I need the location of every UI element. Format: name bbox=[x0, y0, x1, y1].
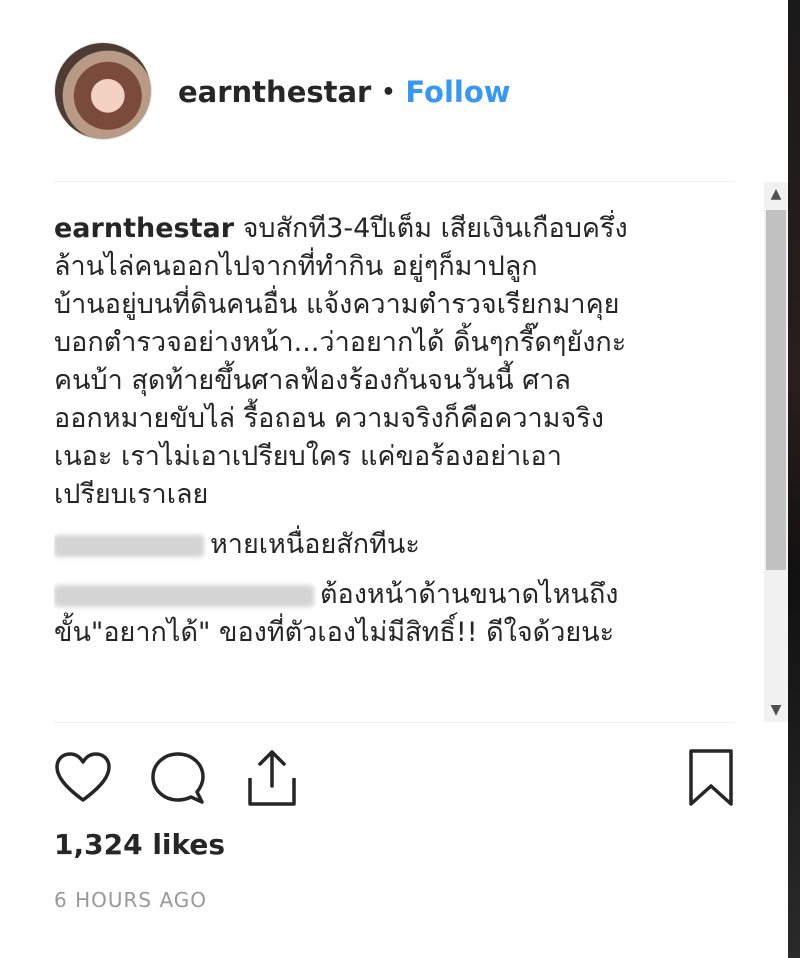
follow-button[interactable]: Follow bbox=[405, 75, 510, 109]
scroll-up-icon[interactable]: ▲ bbox=[764, 182, 788, 206]
comment-item: หายเหนื่อยสักทีนะ bbox=[54, 526, 744, 564]
comment-text: ต้องหน้าด้านขนาดไหนถึง bbox=[320, 579, 619, 610]
caption-line: บ้านอยู่บนที่ดินคนอื่น แจ้งความตำรวจเรีย… bbox=[54, 289, 620, 320]
post-timestamp: 6 HOURS AGO bbox=[54, 888, 208, 912]
caption-line: ออกหมายขับไล่ รื้อถอน ความจริงก็คือความจ… bbox=[54, 403, 604, 434]
blurred-commenter-name[interactable] bbox=[54, 584, 314, 607]
action-bar bbox=[0, 740, 788, 820]
caption-line: ล้านไล่คนออกไปจากที่ทำกิน อยู่ๆก็มาปลูก bbox=[54, 251, 538, 282]
comment-bubble-icon[interactable] bbox=[150, 750, 206, 806]
comment-text: ขั้น"อยากได้" ของที่ตัวเองไม่มีสิทธิ์!! … bbox=[54, 617, 615, 648]
actions-divider bbox=[54, 722, 734, 723]
caption-line: คนบ้า สุดท้ายขึ้นศาลฟ้องร้องกันจนวันนี้ … bbox=[54, 365, 571, 396]
background-edge bbox=[788, 0, 800, 958]
username-row: earnthestar • Follow bbox=[178, 72, 511, 112]
heart-icon[interactable] bbox=[54, 752, 112, 804]
comment-text: หายเหนื่อยสักทีนะ bbox=[210, 529, 420, 560]
caption-line: เปรียบเราเลย bbox=[54, 479, 209, 510]
caption-author[interactable]: earnthestar bbox=[54, 213, 234, 244]
comments-section[interactable]: earnthestar จบสักที3-4ปีเต็ม เสียเงินเกื… bbox=[54, 210, 744, 722]
avatar[interactable] bbox=[54, 42, 152, 140]
scroll-thumb[interactable] bbox=[766, 210, 786, 570]
scroll-down-icon[interactable]: ▼ bbox=[764, 698, 788, 722]
separator-dot: • bbox=[381, 79, 396, 105]
caption: earnthestar จบสักที3-4ปีเต็ม เสียเงินเกื… bbox=[54, 210, 744, 514]
post-header: earnthestar • Follow bbox=[0, 0, 788, 180]
header-divider bbox=[54, 181, 734, 182]
caption-line: จบสักที3-4ปีเต็ม เสียเงินเกือบครึ่ง bbox=[234, 213, 628, 244]
bookmark-icon[interactable] bbox=[688, 748, 734, 808]
caption-line: เนอะ เราไม่เอาเปรียบใคร แค่ขอร้องอย่าเอา bbox=[54, 441, 562, 472]
share-icon[interactable] bbox=[244, 748, 300, 808]
comment-item: ต้องหน้าด้านขนาดไหนถึง ขั้น"อยากได้" ของ… bbox=[54, 576, 744, 652]
blurred-commenter-name[interactable] bbox=[54, 534, 204, 557]
username-link[interactable]: earnthestar bbox=[178, 75, 371, 109]
caption-line: บอกตำรวจอย่างหน้า...ว่าอยากได้ ดิ้นๆกรี๊… bbox=[54, 327, 627, 358]
comments-scrollbar[interactable]: ▲ ▼ bbox=[764, 182, 788, 722]
likes-count[interactable]: 1,324 likes bbox=[54, 828, 225, 861]
